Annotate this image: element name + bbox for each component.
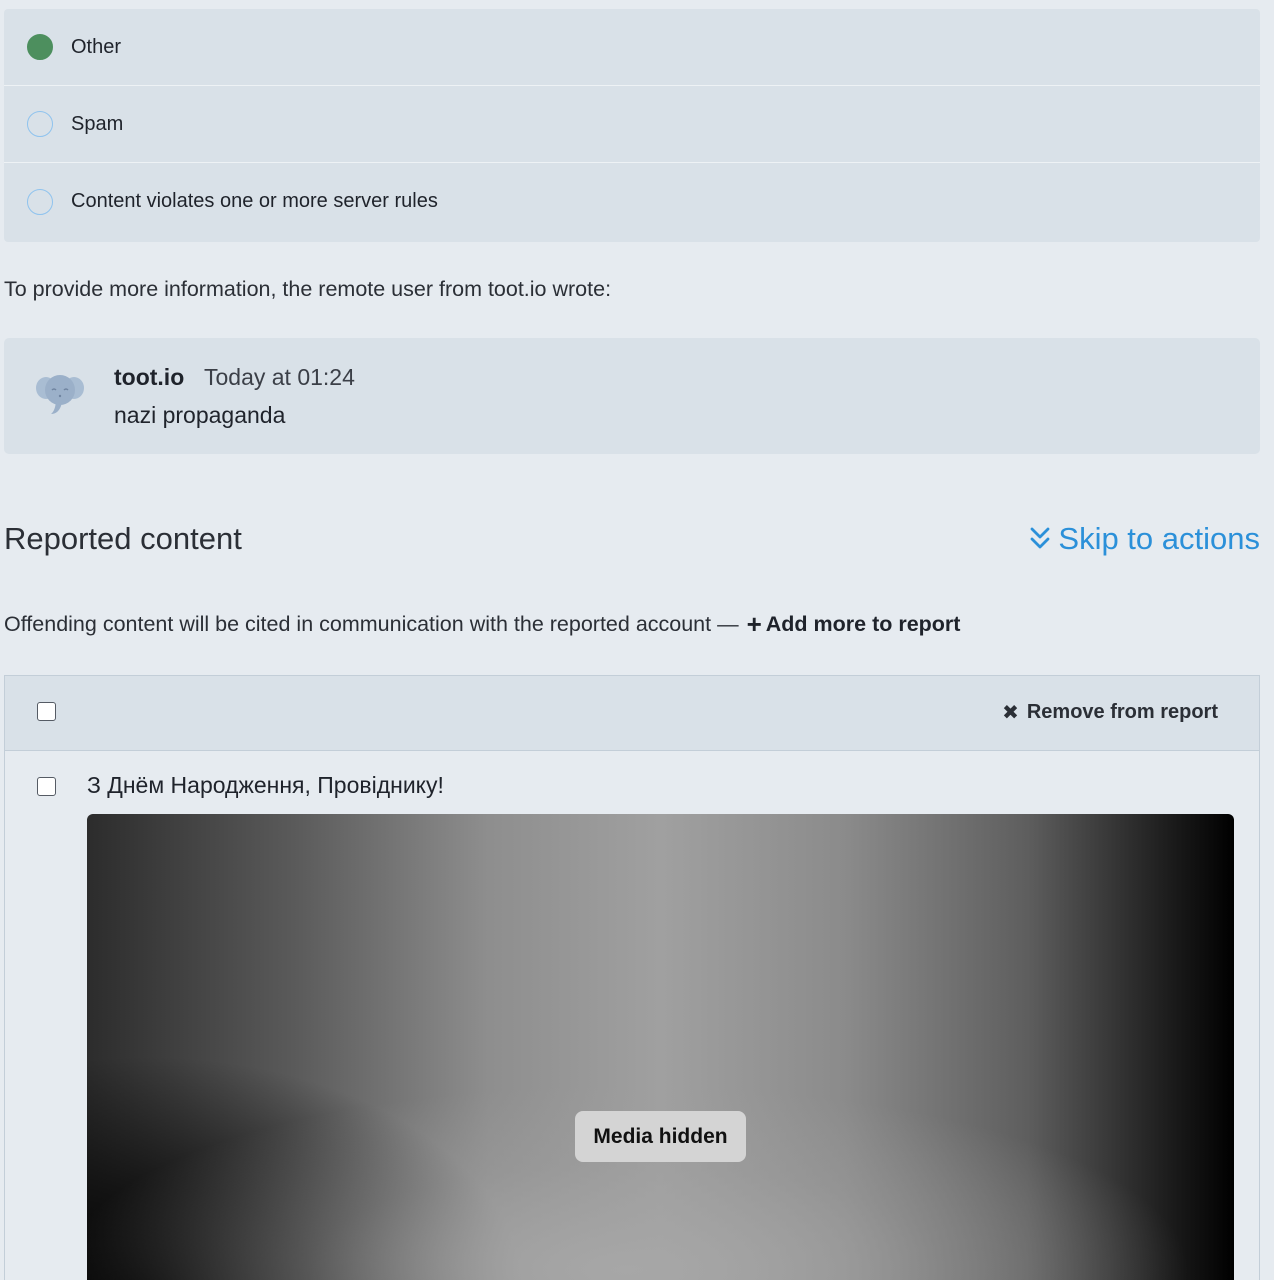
status-checkbox[interactable] [37, 777, 56, 796]
plus-icon: + [746, 609, 762, 639]
radio-rules[interactable] [27, 188, 53, 215]
add-more-to-report-link[interactable]: + Add more to report [745, 609, 961, 639]
radio-other[interactable] [27, 34, 53, 60]
category-label-rules: Content violates one or more server rule… [71, 190, 438, 212]
report-page: Other Spam Content violates one or more … [0, 0, 1274, 1280]
offending-content-note: Offending content will be cited in commu… [4, 609, 961, 639]
skip-to-actions-link[interactable]: Skip to actions [1029, 521, 1260, 557]
remove-from-report-button[interactable]: ✖ Remove from report [1002, 701, 1218, 724]
close-icon: ✖ [1002, 701, 1019, 724]
media-attachment[interactable]: Media hidden [87, 814, 1234, 1280]
skip-to-actions-label: Skip to actions [1058, 521, 1260, 556]
remote-comment-card: toot.io Today at 01:24 nazi propaganda [4, 338, 1260, 454]
category-radio-list: Other Spam Content violates one or more … [4, 9, 1260, 242]
radio-spam[interactable] [27, 111, 53, 137]
chevrons-down-icon [1030, 527, 1050, 549]
category-option-rules[interactable]: Content violates one or more server rule… [4, 163, 1260, 240]
reported-content-title: Reported content [4, 521, 242, 556]
mastodon-elephant-icon [36, 375, 84, 414]
comment-body: nazi propaganda [114, 402, 286, 428]
reported-content-table: ✖ Remove from report З Днём Народження, … [4, 675, 1260, 1280]
table-header: ✖ Remove from report [5, 676, 1259, 751]
comment-author: toot.io [114, 364, 185, 390]
category-option-spam[interactable]: Spam [4, 86, 1260, 163]
category-option-other[interactable]: Other [4, 9, 1260, 86]
comment-timestamp: Today at 01:24 [204, 364, 355, 390]
select-all-checkbox[interactable] [37, 702, 56, 721]
remote-comment-intro: To provide more information, the remote … [4, 277, 612, 301]
add-more-label: Add more to report [765, 612, 961, 636]
media-hidden-button[interactable]: Media hidden [575, 1111, 746, 1162]
remove-from-report-label: Remove from report [1026, 701, 1218, 723]
offending-content-text: Offending content will be cited in commu… [4, 612, 739, 636]
status-content: З Днём Народження, Провіднику! [87, 772, 444, 798]
category-label-other: Other [71, 35, 122, 58]
category-label-spam: Spam [71, 112, 124, 135]
